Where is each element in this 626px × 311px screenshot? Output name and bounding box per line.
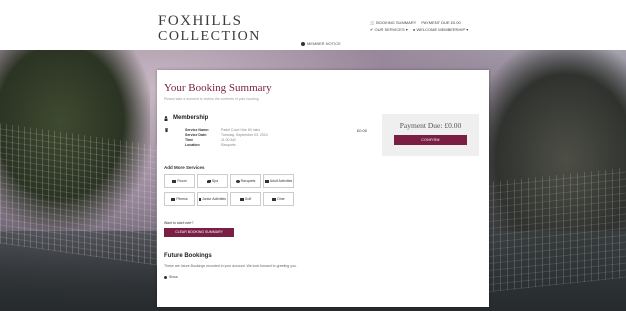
user-icon: ● bbox=[412, 27, 416, 32]
service-label: Room bbox=[177, 179, 187, 183]
top-nav: 🛒 BOOKING SUMMARY PAYMENT DUE £0.00 ✔ OU… bbox=[370, 19, 468, 33]
trash-icon[interactable] bbox=[165, 128, 168, 132]
brand-logo[interactable]: FOXHILLS COLLECTION bbox=[158, 13, 261, 45]
service-room-button[interactable]: Room bbox=[164, 174, 195, 188]
membership-heading: Membership bbox=[173, 115, 209, 121]
member-notice-label: MEMBER NOTICE bbox=[307, 41, 341, 46]
brand-line-2: COLLECTION bbox=[158, 29, 261, 44]
payment-due-label: Payment Due: £0.00 bbox=[399, 121, 462, 130]
service-racquets-button[interactable]: Racquets bbox=[230, 174, 261, 188]
service-golf-button[interactable]: Golf bbox=[230, 192, 261, 206]
racquet-icon bbox=[235, 179, 240, 183]
service-spa-button[interactable]: Spa bbox=[197, 174, 228, 188]
show-future-bookings-link[interactable]: Show bbox=[164, 275, 178, 279]
service-adult-activities-button[interactable]: Adult Activities bbox=[263, 174, 294, 188]
welcome-menu[interactable]: WELCOME MEMBERSHIP bbox=[416, 27, 465, 32]
leaf-icon bbox=[206, 179, 211, 183]
chevron-down-icon: ▾ bbox=[405, 27, 408, 32]
future-bookings-title: Future Bookings bbox=[164, 253, 212, 259]
golf-flag-icon bbox=[239, 197, 244, 201]
member-notice-link[interactable]: MEMBER NOTICE bbox=[301, 41, 341, 46]
net-left-decor bbox=[0, 123, 165, 267]
notice-icon bbox=[301, 41, 305, 46]
start-over-question: Want to start over? bbox=[164, 221, 194, 225]
booking-summary-link[interactable]: BOOKING SUMMARY bbox=[376, 20, 416, 25]
fitness-icon bbox=[171, 197, 176, 201]
clear-booking-summary-button[interactable]: CLEAR BOOKING SUMMARY bbox=[164, 228, 234, 237]
detail-value: Racquets bbox=[221, 143, 236, 147]
service-label: Fitness bbox=[176, 197, 188, 201]
service-label: Dine bbox=[277, 197, 285, 201]
service-junior-activities-button[interactable]: Junior Activities bbox=[197, 192, 228, 206]
payment-due-panel: Payment Due: £0.00 CONFIRM bbox=[382, 114, 479, 156]
service-label: Spa bbox=[211, 179, 219, 183]
detail-label: Location bbox=[185, 143, 200, 147]
booking-summary-card: Your Booking Summary Please take a momen… bbox=[157, 70, 489, 307]
service-fitness-button[interactable]: Fitness bbox=[164, 192, 195, 206]
service-label: Adult Activities bbox=[269, 179, 293, 183]
page-title: Your Booking Summary bbox=[164, 82, 272, 94]
show-label: Show bbox=[169, 275, 178, 279]
brand-line-1: FOXHILLS bbox=[158, 13, 243, 29]
service-label: Junior Activities bbox=[201, 197, 227, 201]
cart-icon: 🛒 bbox=[370, 20, 375, 25]
expand-icon bbox=[164, 275, 167, 279]
line-item-price: £0.00 bbox=[357, 128, 368, 133]
service-label: Golf bbox=[244, 197, 252, 201]
person-icon bbox=[164, 116, 168, 121]
confirm-button[interactable]: CONFIRM bbox=[394, 135, 467, 145]
people-icon bbox=[264, 179, 269, 183]
payment-due-text: PAYMENT DUE £0.00 bbox=[421, 20, 461, 25]
check-icon: ✔ bbox=[370, 27, 374, 32]
net-right-decor bbox=[486, 167, 626, 293]
bed-icon bbox=[172, 179, 177, 183]
future-bookings-description: These are future Bookings recorded in yo… bbox=[164, 264, 297, 268]
top-bar: FOXHILLS COLLECTION MEMBER NOTICE 🛒 BOOK… bbox=[0, 0, 626, 50]
add-services-title: Add More Services bbox=[164, 165, 205, 170]
dine-icon bbox=[272, 197, 277, 201]
page-subtitle: Please take a moment to review the conte… bbox=[164, 97, 259, 101]
service-label: Racquets bbox=[240, 179, 256, 183]
our-services-menu[interactable]: OUR SERVICES bbox=[374, 27, 404, 32]
service-dine-button[interactable]: Dine bbox=[263, 192, 294, 206]
chevron-down-icon: ▾ bbox=[466, 27, 469, 32]
junior-icon bbox=[198, 197, 201, 201]
